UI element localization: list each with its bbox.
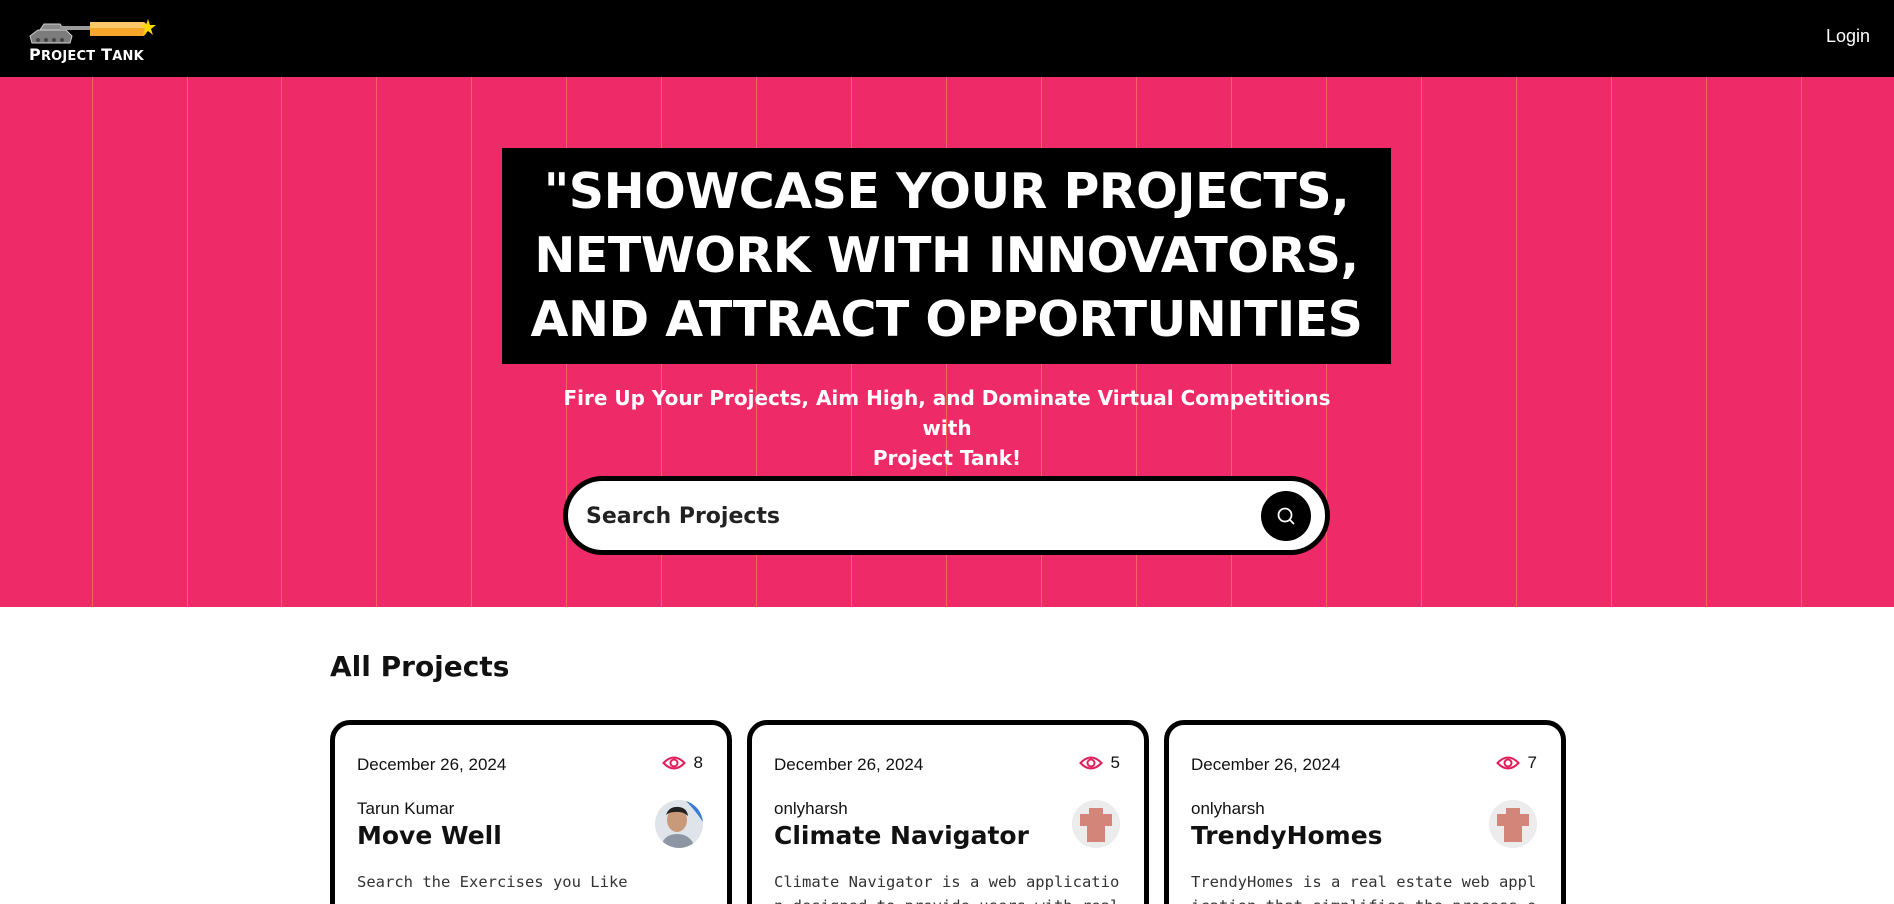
search-input[interactable] [586, 493, 1226, 539]
project-description: Search the Exercises you Like [357, 873, 628, 891]
project-card[interactable]: December 26, 2024 8 Tarun Kumar Move Wel… [330, 720, 732, 904]
search-bar [563, 476, 1330, 555]
project-card[interactable]: December 26, 2024 7 onlyharsh TrendyHome… [1164, 720, 1566, 904]
eye-icon [1495, 756, 1520, 770]
hero-headline: "SHOWCASE YOUR PROJECTS, NETWORK WITH IN… [530, 163, 1363, 348]
all-projects-title: All Projects [330, 650, 510, 683]
default-person-avatar-icon [1489, 800, 1537, 848]
project-author: Tarun Kumar [357, 799, 455, 818]
view-count: 5 [1078, 753, 1120, 773]
search-icon [1277, 507, 1295, 525]
project-date: December 26, 2024 [774, 755, 924, 774]
search-button[interactable] [1261, 491, 1311, 541]
view-count-value: 7 [1527, 753, 1537, 772]
project-tank-logo[interactable]: PROJECT TANK [26, 16, 158, 66]
login-link[interactable]: Login [1826, 26, 1870, 47]
project-card[interactable]: December 26, 2024 5 onlyharsh Climate Na… [747, 720, 1149, 904]
hero-subheading: Fire Up Your Projects, Aim High, and Dom… [563, 386, 1331, 470]
view-count-value: 5 [1110, 753, 1120, 772]
default-person-avatar-icon [1072, 800, 1120, 848]
author-avatar[interactable] [1489, 800, 1537, 848]
eye-icon [1078, 756, 1103, 770]
project-date: December 26, 2024 [1191, 755, 1341, 774]
headline-box: "SHOWCASE YOUR PROJECTS, NETWORK WITH IN… [502, 148, 1391, 364]
project-title[interactable]: Move Well [357, 821, 502, 850]
project-author: onlyharsh [1191, 799, 1265, 818]
view-count: 8 [661, 753, 703, 773]
author-avatar[interactable] [655, 800, 703, 848]
project-description: Climate Navigator is a web application d… [774, 873, 1120, 904]
project-title[interactable]: Climate Navigator [774, 821, 1029, 850]
project-description: TrendyHomes is a real estate web applica… [1191, 873, 1537, 904]
eye-icon [661, 756, 686, 770]
photo-avatar-icon [655, 800, 703, 848]
logo-wordmark: PROJECT TANK [29, 45, 144, 64]
view-count-value: 8 [693, 753, 703, 772]
author-avatar[interactable] [1072, 800, 1120, 848]
project-date: December 26, 2024 [357, 755, 507, 774]
navbar: PROJECT TANK Login [0, 0, 1894, 77]
hero-banner: "SHOWCASE YOUR PROJECTS, NETWORK WITH IN… [0, 77, 1894, 607]
project-title[interactable]: TrendyHomes [1191, 821, 1383, 850]
view-count: 7 [1495, 753, 1537, 773]
project-author: onlyharsh [774, 799, 848, 818]
